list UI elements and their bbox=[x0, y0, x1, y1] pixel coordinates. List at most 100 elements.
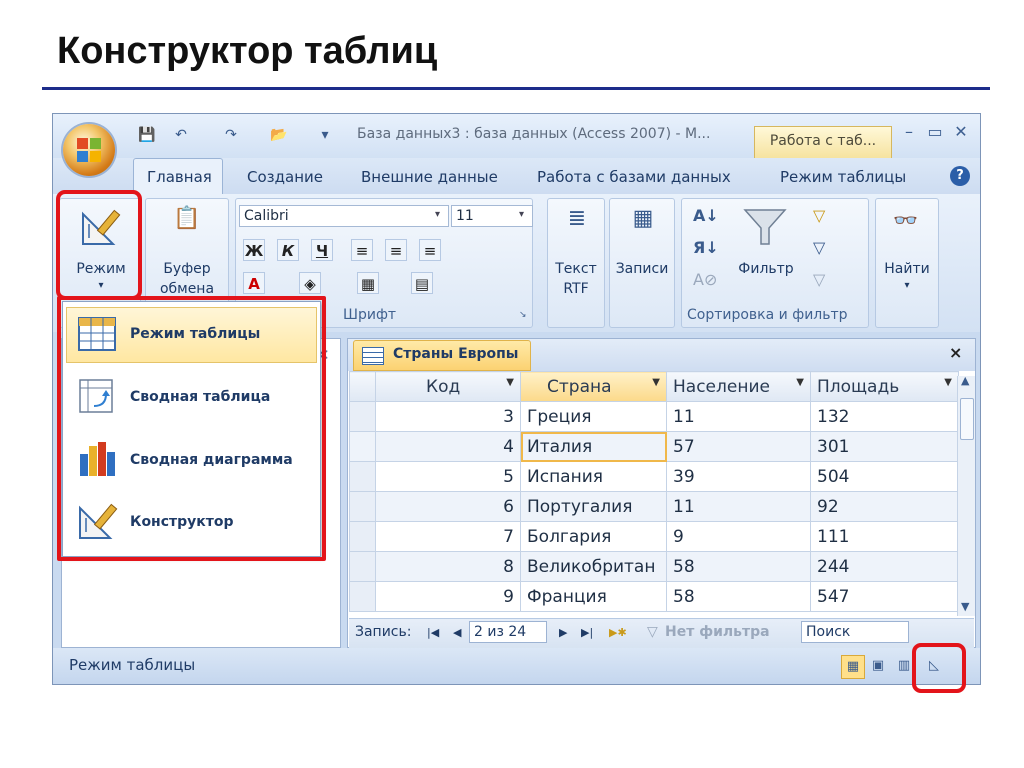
cell-country-active[interactable]: Италия bbox=[520, 431, 667, 462]
row-selector[interactable] bbox=[349, 491, 376, 522]
scroll-up-icon[interactable]: ▲ bbox=[961, 374, 969, 387]
cell-area[interactable]: 244 bbox=[810, 551, 959, 582]
scroll-down-icon[interactable]: ▼ bbox=[961, 600, 969, 613]
alt-fill-icon[interactable]: ▤ bbox=[411, 272, 433, 294]
cell-population[interactable]: 58 bbox=[666, 551, 811, 582]
cell-area[interactable]: 301 bbox=[810, 431, 959, 462]
gridlines-icon[interactable]: ▦ bbox=[357, 272, 379, 294]
close-window-button[interactable]: ✕ bbox=[951, 122, 971, 141]
clipboard-label-2[interactable]: обмена bbox=[149, 281, 225, 297]
new-record-icon[interactable]: ▶✱ bbox=[609, 626, 627, 639]
tab-datasheet[interactable]: Режим таблицы bbox=[780, 168, 906, 186]
last-record-icon[interactable]: ▶| bbox=[581, 626, 593, 639]
column-header-id[interactable]: Код ▼ bbox=[375, 371, 521, 402]
table-row[interactable]: 8 Великобритан 58 244 bbox=[349, 551, 959, 582]
help-icon[interactable]: ? bbox=[950, 166, 970, 186]
cell-id[interactable]: 4 bbox=[375, 431, 521, 462]
qat-customize-icon[interactable]: ▾ bbox=[315, 126, 335, 144]
table-row[interactable]: 9 Франция 58 547 bbox=[349, 581, 959, 612]
font-size-chevron-icon[interactable]: ▾ bbox=[519, 209, 524, 220]
table-row[interactable]: 7 Болгария 9 111 bbox=[349, 521, 959, 552]
tab-external-data[interactable]: Внешние данные bbox=[361, 168, 498, 186]
pivottable-view-icon[interactable]: ▣ bbox=[867, 655, 889, 677]
office-button[interactable] bbox=[63, 124, 115, 176]
cell-country[interactable]: Португалия bbox=[520, 491, 667, 522]
redo-icon[interactable]: ↷ bbox=[221, 126, 241, 144]
find-chevron-icon[interactable]: ▾ bbox=[877, 280, 937, 291]
toggle-filter-icon[interactable]: ▽ bbox=[813, 270, 825, 289]
align-left-icon[interactable]: ≡ bbox=[351, 239, 373, 261]
rtf-label-2[interactable]: RTF bbox=[549, 281, 603, 297]
row-selector-current[interactable] bbox=[349, 431, 376, 462]
row-selector[interactable] bbox=[349, 401, 376, 432]
cell-area[interactable]: 111 bbox=[810, 521, 959, 552]
rtf-label-1[interactable]: Текст bbox=[549, 261, 603, 277]
prev-record-icon[interactable]: ◀ bbox=[453, 626, 461, 639]
first-record-icon[interactable]: |◀ bbox=[427, 626, 439, 639]
maximize-button[interactable]: ▭ bbox=[925, 122, 945, 141]
table-row[interactable]: 3 Греция 11 132 bbox=[349, 401, 959, 432]
clear-sort-icon[interactable]: A⊘ bbox=[693, 270, 717, 289]
search-input[interactable]: Поиск bbox=[801, 621, 909, 643]
table-row[interactable]: 6 Португалия 11 92 bbox=[349, 491, 959, 522]
datasheet-view-icon[interactable]: ▦ bbox=[841, 655, 865, 679]
cell-area[interactable]: 92 bbox=[810, 491, 959, 522]
scroll-thumb[interactable] bbox=[960, 398, 974, 440]
cell-population[interactable]: 57 bbox=[666, 431, 811, 462]
tab-database-tools[interactable]: Работа с базами данных bbox=[537, 168, 731, 186]
italic-button[interactable]: К bbox=[277, 239, 299, 261]
cell-area[interactable]: 132 bbox=[810, 401, 959, 432]
cell-id[interactable]: 7 bbox=[375, 521, 521, 552]
cell-country[interactable]: Греция bbox=[520, 401, 667, 432]
fill-color-icon[interactable]: ◈ bbox=[299, 272, 321, 294]
column-header-area[interactable]: Площадь ▼ bbox=[810, 371, 959, 402]
next-record-icon[interactable]: ▶ bbox=[559, 626, 567, 639]
cell-id[interactable]: 8 bbox=[375, 551, 521, 582]
filter-button[interactable]: Фильтр bbox=[737, 261, 795, 277]
vertical-scrollbar[interactable]: ▲ ▼ bbox=[957, 374, 975, 616]
cell-population[interactable]: 11 bbox=[666, 491, 811, 522]
records-button[interactable]: Записи bbox=[611, 261, 673, 277]
cell-id[interactable]: 3 bbox=[375, 401, 521, 432]
current-record-field[interactable]: 2 из 24 bbox=[469, 621, 547, 643]
font-dialog-launcher-icon[interactable]: ↘ bbox=[519, 310, 527, 320]
save-icon[interactable]: 💾 bbox=[137, 126, 157, 144]
row-selector[interactable] bbox=[349, 521, 376, 552]
font-name-chevron-icon[interactable]: ▾ bbox=[435, 209, 440, 220]
document-close-button[interactable]: × bbox=[949, 343, 962, 362]
clipboard-label-1[interactable]: Буфер bbox=[149, 261, 225, 277]
cell-country[interactable]: Болгария bbox=[520, 521, 667, 552]
select-all-cell[interactable] bbox=[349, 371, 376, 402]
open-folder-icon[interactable]: 📂 bbox=[269, 126, 289, 144]
sort-ascending-icon[interactable]: A↓ bbox=[693, 206, 719, 225]
no-filter-icon[interactable]: ▽ bbox=[647, 624, 658, 640]
tab-home[interactable]: Главная bbox=[147, 168, 212, 186]
selection-filter-icon[interactable]: ▽ bbox=[813, 206, 825, 225]
align-center-icon[interactable]: ≡ bbox=[385, 239, 407, 261]
cell-country[interactable]: Великобритан bbox=[520, 551, 667, 582]
column-header-country[interactable]: Страна ▼ bbox=[520, 371, 667, 402]
cell-id[interactable]: 9 bbox=[375, 581, 521, 612]
find-button[interactable]: Найти bbox=[877, 261, 937, 277]
tab-create[interactable]: Создание bbox=[247, 168, 323, 186]
cell-country[interactable]: Испания bbox=[520, 461, 667, 492]
row-selector[interactable] bbox=[349, 581, 376, 612]
cell-area[interactable]: 504 bbox=[810, 461, 959, 492]
context-tab-table-tools[interactable]: Работа с таб... bbox=[754, 126, 892, 158]
underline-button[interactable]: Ч bbox=[311, 239, 333, 261]
font-color-icon[interactable]: A bbox=[243, 272, 265, 294]
row-selector[interactable] bbox=[349, 551, 376, 582]
cell-country[interactable]: Франция bbox=[520, 581, 667, 612]
row-selector[interactable] bbox=[349, 461, 376, 492]
sort-descending-icon[interactable]: Я↓ bbox=[693, 238, 719, 257]
table-row[interactable]: 4 Италия 57 301 bbox=[349, 431, 959, 462]
font-name-combo[interactable]: Calibri bbox=[239, 205, 449, 227]
cell-population[interactable]: 9 bbox=[666, 521, 811, 552]
cell-area[interactable]: 547 bbox=[810, 581, 959, 612]
advanced-filter-icon[interactable]: ▽ bbox=[813, 238, 825, 257]
table-row[interactable]: 5 Испания 39 504 bbox=[349, 461, 959, 492]
cell-id[interactable]: 5 bbox=[375, 461, 521, 492]
column-header-population[interactable]: Население ▼ bbox=[666, 371, 811, 402]
cell-population[interactable]: 39 bbox=[666, 461, 811, 492]
align-right-icon[interactable]: ≡ bbox=[419, 239, 441, 261]
